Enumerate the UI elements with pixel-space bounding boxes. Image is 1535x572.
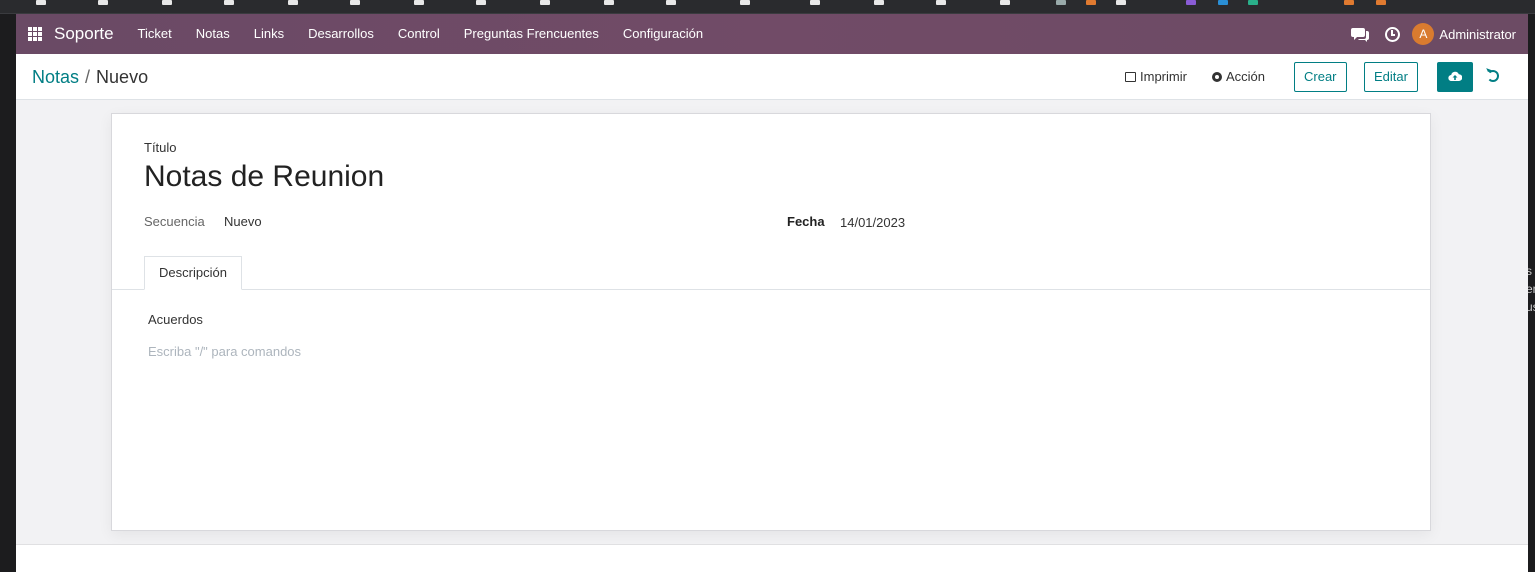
cloud-upload-icon [1448, 71, 1462, 82]
top-navbar: Soporte Ticket Notas Links Desarrollos C… [16, 14, 1528, 54]
gear-icon [1212, 71, 1222, 82]
title-label: Título [144, 140, 177, 155]
user-menu[interactable]: A Administrator [1412, 23, 1516, 45]
right-fragment-2: en [1528, 282, 1535, 296]
os-top-strip [0, 0, 1535, 14]
print-dropdown[interactable]: Imprimir [1125, 69, 1187, 84]
right-fragment-1: s [1528, 264, 1532, 278]
avatar: A [1412, 23, 1435, 45]
sequence-label: Secuencia [144, 214, 205, 229]
menu-item-preguntas[interactable]: Preguntas Frencuentes [452, 14, 611, 54]
menu-item-configuracion[interactable]: Configuración [611, 14, 715, 54]
edit-button[interactable]: Editar [1364, 62, 1418, 92]
menu-item-control[interactable]: Control [386, 14, 452, 54]
form-sheet: Título Notas de Reunion Secuencia Nuevo … [111, 113, 1431, 531]
control-panel: Notas / Nuevo Imprimir Acción Crear Edit… [16, 54, 1528, 100]
date-label: Fecha [787, 214, 825, 229]
menu-item-ticket[interactable]: Ticket [126, 14, 184, 54]
app-window: Soporte Ticket Notas Links Desarrollos C… [16, 14, 1528, 572]
app-brand[interactable]: Soporte [54, 24, 114, 44]
breadcrumb: Notas / Nuevo [32, 67, 148, 88]
breadcrumb-separator: / [85, 67, 91, 87]
sequence-value: Nuevo [224, 214, 262, 229]
breadcrumb-parent-link[interactable]: Notas [32, 67, 79, 88]
title-field[interactable]: Notas de Reunion [144, 160, 384, 194]
tab-descripcion[interactable]: Descripción [144, 256, 242, 290]
printer-icon [1125, 71, 1136, 82]
menu-item-links[interactable]: Links [242, 14, 296, 54]
menu-item-notas[interactable]: Notas [184, 14, 242, 54]
editor-placeholder: Escriba "/" para comandos [148, 344, 302, 359]
date-field[interactable]: 14/01/2023 [840, 215, 905, 230]
discard-undo-icon[interactable] [1487, 70, 1499, 82]
right-edge-panel: s en us [1528, 14, 1535, 572]
action-dropdown[interactable]: Acción [1212, 69, 1265, 84]
breadcrumb-current: Nuevo [96, 67, 149, 87]
tabs-divider [112, 289, 1430, 290]
print-label: Imprimir [1140, 69, 1187, 84]
create-button[interactable]: Crear [1294, 62, 1347, 92]
action-label: Acción [1226, 69, 1266, 84]
description-editor[interactable]: Acuerdos Escriba "/" para comandos [144, 304, 1404, 504]
save-button[interactable] [1437, 62, 1473, 92]
chat-icon[interactable] [1351, 25, 1370, 43]
activity-clock-icon[interactable] [1385, 26, 1401, 42]
main-menu: Ticket Notas Links Desarrollos Control P… [126, 14, 716, 54]
editor-content: Acuerdos [148, 312, 203, 327]
right-fragment-3: us [1528, 300, 1535, 314]
bottom-area [16, 544, 1528, 572]
menu-item-desarrollos[interactable]: Desarrollos [296, 14, 386, 54]
user-name: Administrator [1439, 26, 1516, 42]
apps-menu-icon[interactable] [28, 27, 42, 41]
navbar-right: A Administrator [1351, 14, 1528, 54]
